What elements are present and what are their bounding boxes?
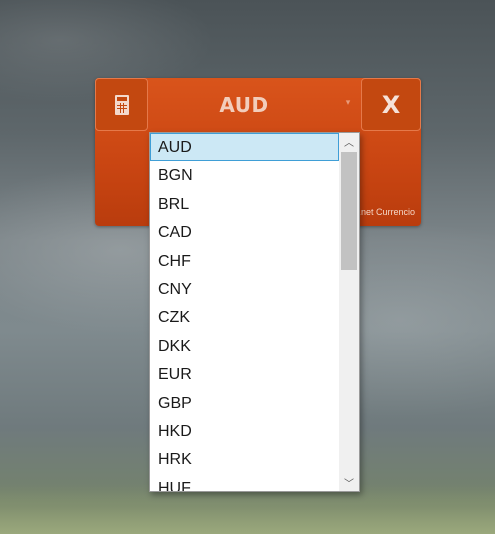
list-item-aud[interactable]: AUD (150, 133, 339, 162)
calculator-icon (114, 94, 129, 115)
footer-text: .net Currencio (358, 207, 415, 217)
list-item-cad[interactable]: CAD (150, 218, 339, 246)
list-item-eur[interactable]: EUR (150, 360, 339, 388)
scroll-down-button[interactable]: ﹀ (339, 474, 359, 491)
list-item-cny[interactable]: CNY (150, 275, 339, 303)
list-item-czk[interactable]: CZK (150, 303, 339, 331)
list-item-hrk[interactable]: HRK (150, 445, 339, 473)
chevron-down-icon: ﹀ (344, 479, 354, 490)
list-item-gbp[interactable]: GBP (150, 389, 339, 417)
list-item-bgn[interactable]: BGN (150, 161, 339, 189)
list-item-huf[interactable]: HUF (150, 474, 339, 491)
scroll-up-button[interactable]: ︿ (339, 133, 359, 150)
calculator-button[interactable] (95, 78, 148, 131)
currency-list: AUD BGN BRL CAD CHF CNY CZK DKK EUR GBP HKD HRK HUF (150, 133, 339, 491)
currency-select[interactable]: AUD (155, 78, 333, 131)
list-item-hkd[interactable]: HKD (150, 417, 339, 445)
list-item-dkk[interactable]: DKK (150, 332, 339, 360)
chevron-down-icon[interactable]: ▾ (343, 99, 353, 108)
scrollbar[interactable]: ︿ ﹀ (339, 133, 359, 491)
scroll-thumb[interactable] (341, 152, 357, 270)
list-item-brl[interactable]: BRL (150, 190, 339, 218)
list-item-chf[interactable]: CHF (150, 247, 339, 275)
currency-dropdown-list[interactable]: AUD BGN BRL CAD CHF CNY CZK DKK EUR GBP HKD HRK HUF … (149, 132, 360, 492)
close-button[interactable]: X (361, 78, 421, 131)
chevron-up-icon: ︿ (344, 138, 354, 149)
